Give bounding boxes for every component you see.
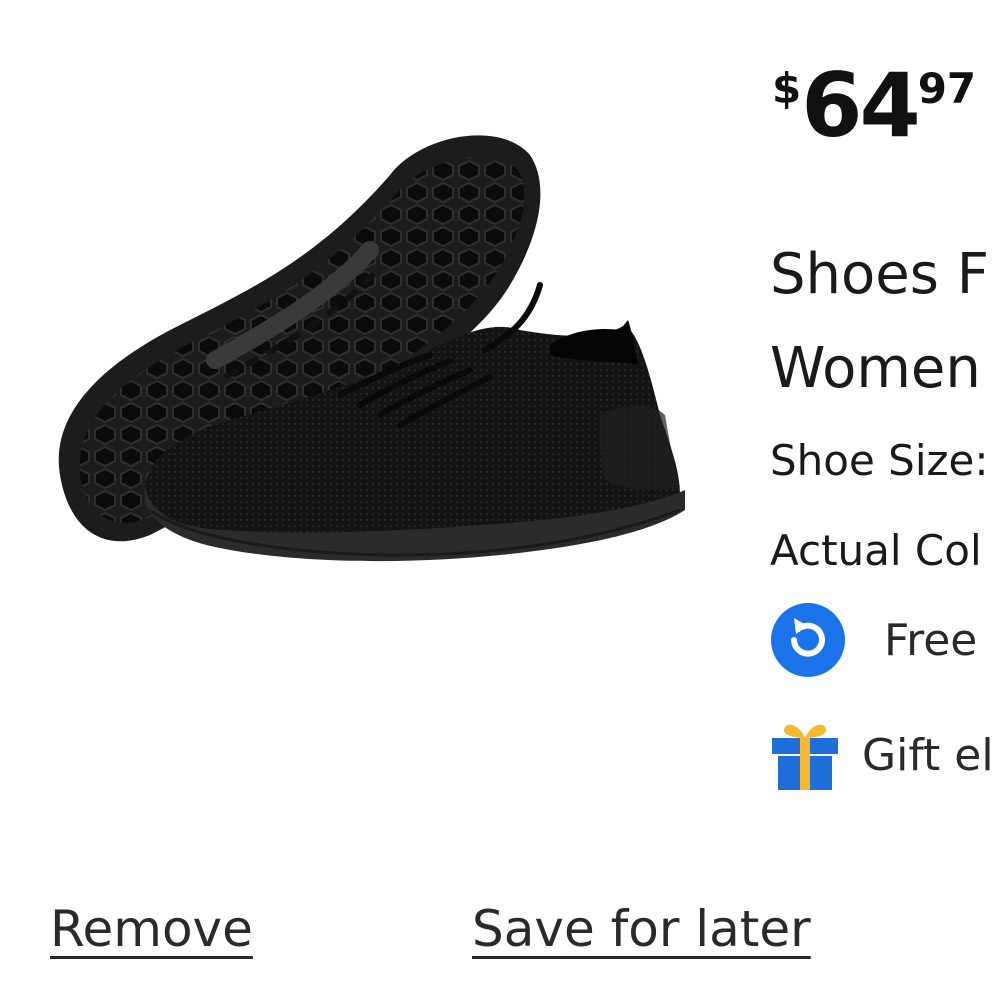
price: $6497 [772,62,976,150]
product-title-line-2: Women [770,336,981,401]
sneaker-illustration [58,135,685,562]
actual-color-label: Actual Col [770,526,982,575]
free-returns-row: Free [770,602,977,678]
gift-label: Gift el [862,729,994,781]
product-title[interactable]: Shoes F Women [770,228,1000,416]
free-returns-label: Free [884,614,978,666]
save-for-later-link[interactable]: Save for later [472,900,811,958]
price-cents: 97 [917,64,977,113]
product-title-line-1: Shoes F [770,242,989,307]
product-image[interactable] [40,115,700,595]
remove-link[interactable]: Remove [50,900,253,958]
gift-icon [770,718,840,792]
price-dollars: 64 [801,54,920,157]
shoe-size-label: Shoe Size: [770,436,989,485]
price-currency: $ [772,64,802,113]
gift-row: Gift el [770,718,994,792]
return-arrow-icon [770,602,846,678]
